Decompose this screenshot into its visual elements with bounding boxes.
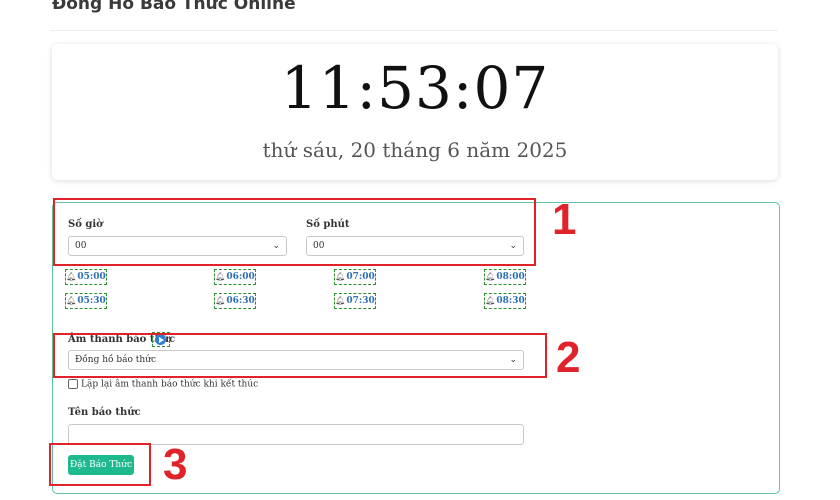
preset-alarm-button[interactable]: 🔔︎07:30 xyxy=(334,293,376,309)
bell-icon: 🔔︎ xyxy=(335,296,346,305)
callout-box-1 xyxy=(53,198,536,266)
preset-alarm-button[interactable]: 🔔︎05:30 xyxy=(65,293,107,309)
preset-alarm-button[interactable]: 🔔︎08:00 xyxy=(484,269,526,285)
preset-alarm-button[interactable]: 🔔︎07:00 xyxy=(334,269,376,285)
preset-alarm-button[interactable]: 🔔︎06:00 xyxy=(214,269,256,285)
clock-date: thứ sáu, 20 tháng 6 năm 2025 xyxy=(262,138,568,162)
bell-icon: 🔔︎ xyxy=(66,272,77,281)
clock-time: 11:53:07 xyxy=(280,54,550,122)
title-divider xyxy=(50,30,778,31)
clock-card: 11:53:07 thứ sáu, 20 tháng 6 năm 2025 xyxy=(52,44,778,180)
callout-number-3: 3 xyxy=(163,440,188,489)
bell-icon: 🔔︎ xyxy=(485,272,496,281)
callout-box-3 xyxy=(49,443,151,486)
repeat-checkbox[interactable] xyxy=(68,379,78,389)
bell-icon: 🔔︎ xyxy=(66,296,77,305)
page-title: Đồng Hồ Báo Thức Online xyxy=(52,0,296,14)
bell-icon: 🔔︎ xyxy=(335,272,346,281)
preset-alarm-button[interactable]: 🔔︎05:00 xyxy=(65,269,107,285)
alarm-name-label: Tên báo thức xyxy=(68,407,141,418)
callout-number-2: 2 xyxy=(556,333,581,382)
bell-icon: 🔔︎ xyxy=(215,296,226,305)
bell-icon: 🔔︎ xyxy=(215,272,226,281)
callout-number-1: 1 xyxy=(552,195,577,244)
callout-box-2 xyxy=(53,333,547,378)
preset-alarm-button[interactable]: 🔔︎06:30 xyxy=(214,293,256,309)
repeat-sound-option: Lặp lại âm thanh báo thức khi kết thúc xyxy=(68,379,258,390)
preset-alarm-button[interactable]: 🔔︎08:30 xyxy=(484,293,526,309)
alarm-name-input[interactable] xyxy=(68,424,524,445)
repeat-label: Lặp lại âm thanh báo thức khi kết thúc xyxy=(81,379,259,390)
bell-icon: 🔔︎ xyxy=(485,296,496,305)
